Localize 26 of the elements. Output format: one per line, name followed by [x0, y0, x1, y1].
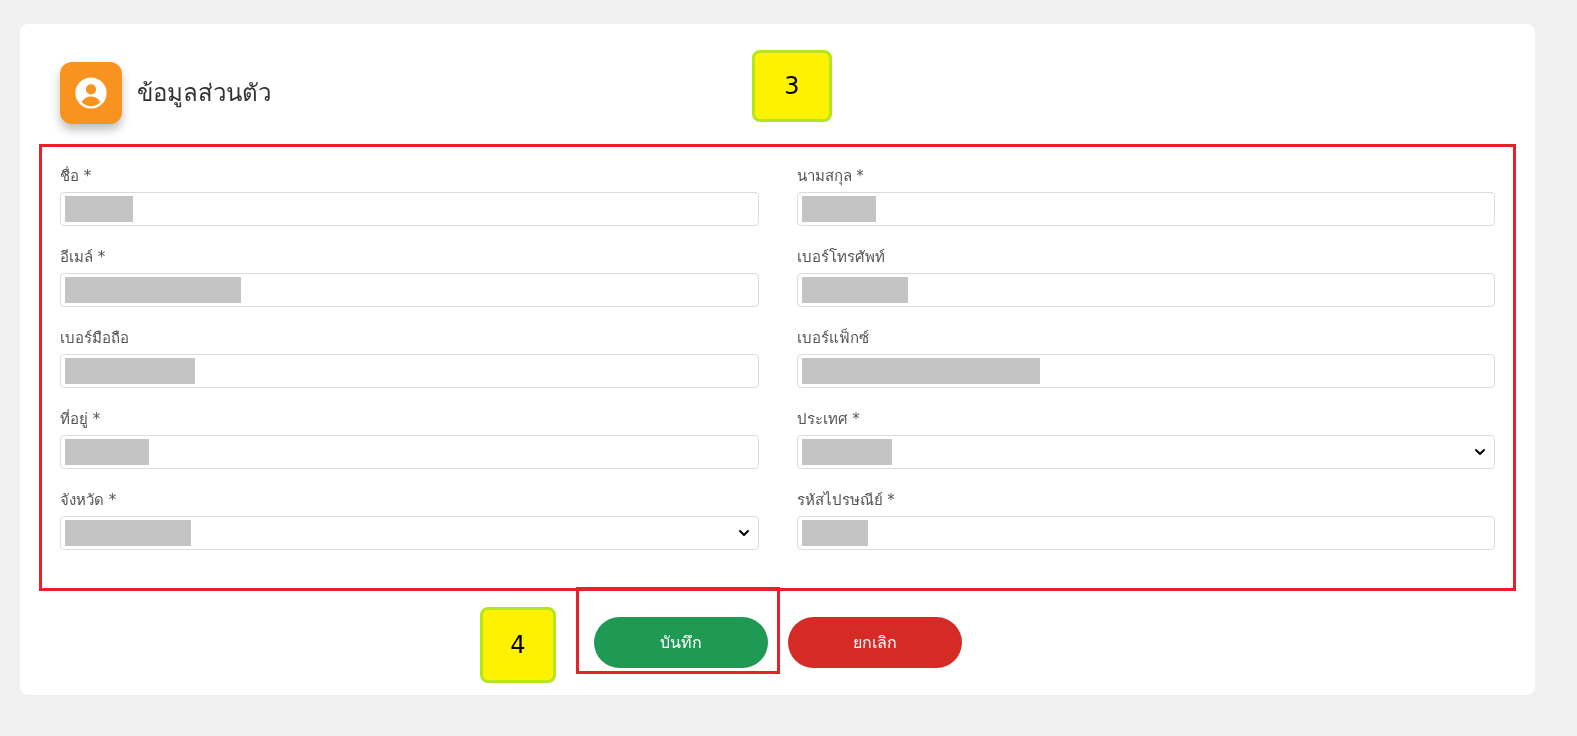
- save-button[interactable]: บันทึก: [593, 617, 768, 668]
- input-field[interactable]: [796, 516, 1495, 550]
- input-field[interactable]: [60, 354, 759, 388]
- user-icon: [60, 62, 122, 124]
- cancel-button[interactable]: ยกเลิก: [787, 617, 962, 668]
- field-label: ชื่อ *: [60, 165, 93, 187]
- field-label: ประเทศ *: [796, 409, 861, 430]
- input-field[interactable]: [796, 354, 1495, 388]
- select-field[interactable]: [60, 516, 759, 550]
- field-label: จังหวัด *: [60, 490, 118, 511]
- input-field[interactable]: [796, 273, 1495, 307]
- input-field[interactable]: [60, 192, 759, 226]
- input-field[interactable]: [60, 435, 759, 469]
- input-field[interactable]: [60, 273, 759, 307]
- section-title: ข้อมูลส่วนตัว: [137, 78, 271, 110]
- field-label: อีเมล์ *: [60, 247, 107, 268]
- select-field[interactable]: [796, 435, 1495, 469]
- field-label: รหัสไปรษณีย์ *: [796, 490, 896, 511]
- field-label: เบอร์โทรศัพท์: [796, 247, 886, 268]
- field-label: ที่อยู่ *: [60, 408, 102, 430]
- field-label: นามสกุล *: [796, 166, 865, 188]
- input-field[interactable]: [796, 192, 1495, 226]
- callout-badge: 3: [752, 50, 832, 122]
- field-label: เบอร์มือถือ: [60, 328, 130, 349]
- field-label: เบอร์แฟ็กซ์: [796, 327, 870, 349]
- callout-badge: 4: [480, 607, 556, 683]
